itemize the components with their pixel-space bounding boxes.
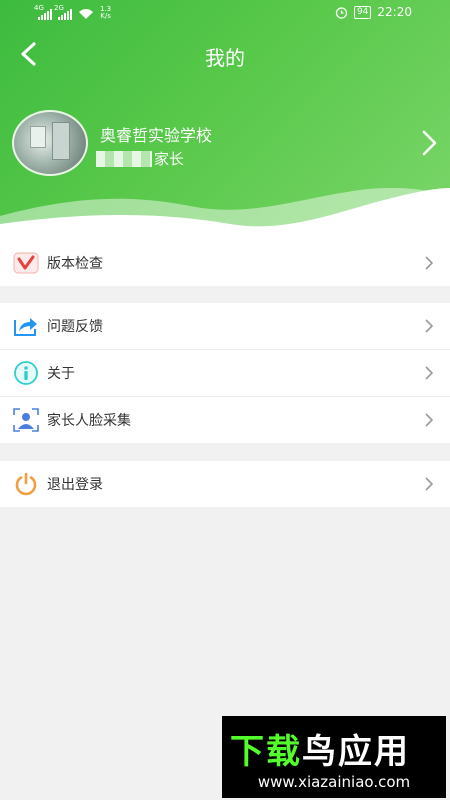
menu-item-logout[interactable]: 退出登录 bbox=[0, 461, 450, 507]
clock: 22:20 bbox=[377, 5, 412, 19]
version-check-icon bbox=[13, 252, 39, 274]
battery-indicator: 94 bbox=[353, 5, 372, 19]
info-icon bbox=[14, 361, 38, 385]
menu-item-feedback[interactable]: 问题反馈 bbox=[0, 303, 450, 350]
menu-item-label: 版本检查 bbox=[47, 256, 103, 272]
menu-item-about[interactable]: 关于 bbox=[0, 350, 450, 397]
face-capture-icon bbox=[13, 408, 39, 432]
top-bar: 我的 bbox=[0, 30, 450, 78]
watermark-logo: 下载鸟应用 www.xiazainiao.com bbox=[222, 716, 446, 798]
user-role: 家长 bbox=[96, 148, 184, 169]
signal-2g-icon: 2G bbox=[54, 5, 72, 20]
chevron-right-icon bbox=[425, 319, 434, 333]
watermark-url: www.xiazainiao.com bbox=[257, 773, 411, 791]
alarm-icon bbox=[335, 6, 348, 19]
role-label: 家长 bbox=[154, 150, 185, 168]
power-icon bbox=[15, 472, 37, 496]
wifi-icon bbox=[79, 9, 93, 19]
chevron-right-icon bbox=[425, 477, 434, 491]
chevron-right-icon bbox=[425, 256, 434, 270]
menu-item-label: 家长人脸采集 bbox=[47, 413, 131, 429]
feedback-icon bbox=[14, 318, 37, 336]
header-wave bbox=[0, 187, 450, 240]
menu-item-face-capture[interactable]: 家长人脸采集 bbox=[0, 397, 450, 443]
menu-group-2: 问题反馈 关于 家长人脸采集 bbox=[0, 303, 450, 443]
menu-item-version-check[interactable]: 版本检查 bbox=[0, 240, 450, 286]
avatar[interactable] bbox=[12, 110, 88, 176]
menu-item-label: 问题反馈 bbox=[47, 319, 103, 335]
menu-item-label: 退出登录 bbox=[47, 477, 103, 493]
blurred-name bbox=[96, 150, 152, 167]
profile-chevron-right-icon[interactable] bbox=[418, 128, 440, 158]
profile-header: 4G 2G 1.3 K/s 94 22:20 我的 奥睿哲实验学校 家长 bbox=[0, 0, 450, 240]
menu-group-3: 退出登录 bbox=[0, 461, 450, 507]
chevron-right-icon bbox=[425, 366, 434, 380]
network-speed: 1.3 K/s bbox=[100, 5, 112, 20]
school-name: 奥睿哲实验学校 bbox=[100, 126, 213, 145]
profile-card[interactable]: 奥睿哲实验学校 家长 bbox=[0, 110, 450, 176]
chevron-right-icon bbox=[425, 413, 434, 427]
status-bar: 4G 2G 1.3 K/s 94 22:20 bbox=[0, 0, 450, 28]
menu-item-label: 关于 bbox=[47, 366, 75, 382]
signal-4g-icon: 4G bbox=[34, 5, 52, 20]
watermark-brand: 下载鸟应用 bbox=[230, 732, 410, 772]
menu-group-1: 版本检查 bbox=[0, 240, 450, 286]
page-title: 我的 bbox=[205, 46, 245, 70]
